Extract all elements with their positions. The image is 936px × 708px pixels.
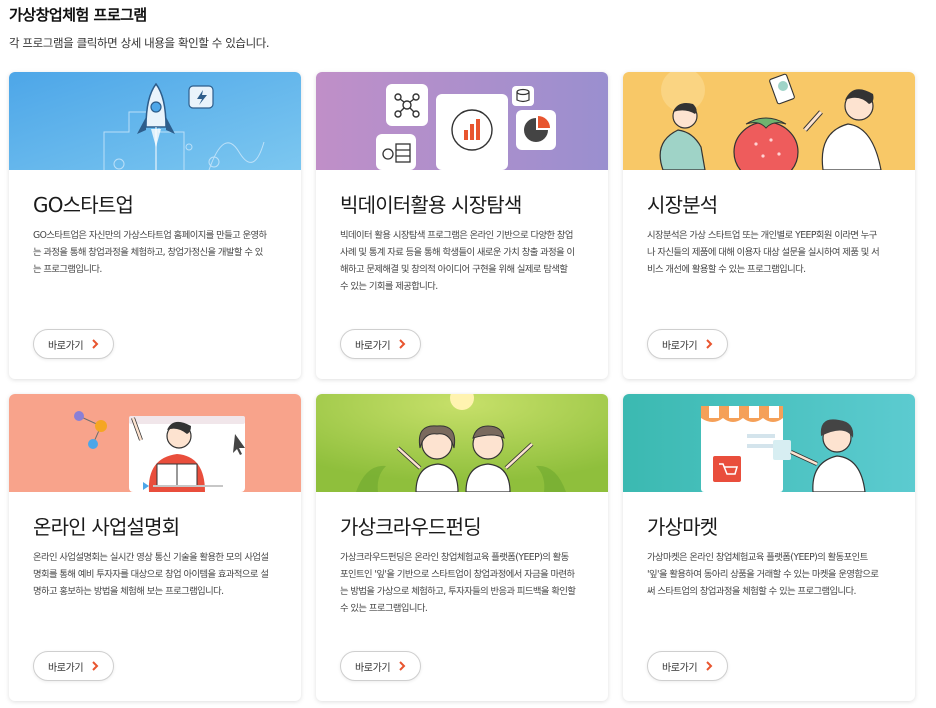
- program-card-virtual-market[interactable]: 가상마켓 가상마켓은 온라인 창업체험교육 플랫폼(YEEP)의 활동포인트 '…: [623, 394, 915, 701]
- chevron-right-icon: [91, 339, 99, 349]
- chevron-right-icon: [705, 661, 713, 671]
- rocket-illustration: [9, 72, 301, 170]
- go-button-label: 바로가기: [355, 662, 391, 674]
- program-card-online-ir[interactable]: 온라인 사업설명회 온라인 사업설명회는 실시간 영상 통신 기술을 활용한 모…: [9, 394, 301, 701]
- card-title: 가상크라우드펀딩: [340, 515, 482, 539]
- go-button[interactable]: 바로가기: [340, 329, 422, 359]
- go-button-label: 바로가기: [48, 662, 84, 674]
- go-button[interactable]: 바로가기: [33, 329, 115, 359]
- card-description: 빅데이터 활용 시장탐색 프로그램은 온라인 기반으로 다양한 창업 사례 및 …: [340, 230, 575, 292]
- card-description: 시장분석은 가상 스타트업 또는 개인별로 YEEP회원 이라면 누구나 자신들…: [647, 230, 880, 275]
- program-card-bigdata[interactable]: 빅데이터활용 시장탐색 빅데이터 활용 시장탐색 프로그램은 온라인 기반으로 …: [316, 72, 608, 379]
- program-card-market-analysis[interactable]: 시장분석 시장분석은 가상 스타트업 또는 개인별로 YEEP회원 이라면 누구…: [623, 72, 915, 379]
- go-button[interactable]: 바로가기: [340, 651, 422, 681]
- chevron-right-icon: [398, 339, 406, 349]
- crowdfunding-illustration: [316, 394, 608, 492]
- card-description: 가상크라우드펀딩은 온라인 창업체험교육 플랫폼(YEEP)의 활동포인트인 '…: [340, 552, 576, 614]
- chevron-right-icon: [91, 661, 99, 671]
- virtual-market-illustration: [623, 394, 915, 492]
- go-button-label: 바로가기: [48, 340, 84, 352]
- go-button[interactable]: 바로가기: [647, 329, 729, 359]
- card-description: 가상마켓은 온라인 창업체험교육 플랫폼(YEEP)의 활동포인트 '잎'을 활…: [647, 552, 879, 597]
- card-description: 온라인 사업설명회는 실시간 영상 통신 기술을 활용한 모의 사업설명회를 통…: [33, 552, 269, 597]
- go-button-label: 바로가기: [662, 340, 698, 352]
- chevron-right-icon: [705, 339, 713, 349]
- program-grid: GO스타트업 GO스타트업은 자신만의 가상스타트업 홈페이지를 만들고 운영하…: [9, 72, 915, 701]
- card-title: 온라인 사업설명회: [33, 515, 180, 539]
- go-button-label: 바로가기: [662, 662, 698, 674]
- card-title: GO스타트업: [33, 193, 134, 217]
- go-button-label: 바로가기: [355, 340, 391, 352]
- card-title: 시장분석: [647, 193, 718, 217]
- program-card-crowdfunding[interactable]: 가상크라우드펀딩 가상크라우드펀딩은 온라인 창업체험교육 플랫폼(YEEP)의…: [316, 394, 608, 701]
- page-subtitle: 각 프로그램을 클릭하면 상세 내용을 확인할 수 있습니다.: [9, 36, 270, 50]
- market-analysis-illustration: [623, 72, 915, 170]
- card-title: 가상마켓: [647, 515, 718, 539]
- chevron-right-icon: [398, 661, 406, 671]
- card-title: 빅데이터활용 시장탐색: [340, 193, 522, 217]
- go-button[interactable]: 바로가기: [647, 651, 729, 681]
- page-title: 가상창업체험 프로그램: [9, 6, 147, 24]
- go-button[interactable]: 바로가기: [33, 651, 115, 681]
- card-description: GO스타트업은 자신만의 가상스타트업 홈페이지를 만들고 운영하는 과정을 통…: [33, 230, 267, 275]
- program-card-go-startup[interactable]: GO스타트업 GO스타트업은 자신만의 가상스타트업 홈페이지를 만들고 운영하…: [9, 72, 301, 379]
- online-presentation-illustration: [9, 394, 301, 492]
- bigdata-illustration: [316, 72, 608, 170]
